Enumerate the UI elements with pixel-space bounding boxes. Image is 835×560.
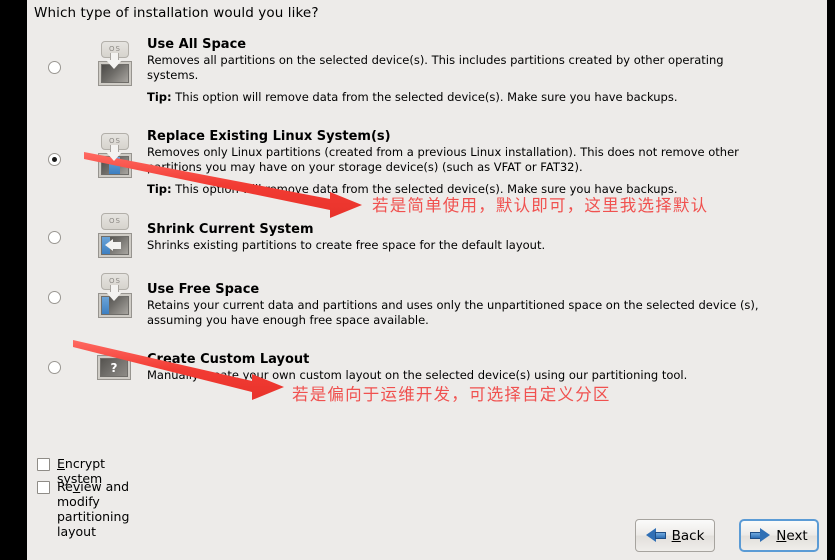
checkbox-label-review-modify-partitioning: Review and modify partitioning layout <box>57 479 129 539</box>
radio-use-all-space[interactable] <box>48 61 61 74</box>
option-use-free-space[interactable]: OS Use Free Space Retains your current d… <box>34 271 820 341</box>
option-description: Shrinks existing partitions to create fr… <box>147 238 546 252</box>
disk-install-icon: OS <box>97 41 133 87</box>
option-title: Use Free Space <box>147 282 260 297</box>
radio-replace-existing-linux[interactable] <box>48 153 61 166</box>
installation-type-dialog: Which type of installation would you lik… <box>27 0 827 560</box>
arrow-right-icon <box>750 528 771 543</box>
question-mark-glyph: ? <box>100 358 128 377</box>
screen: Which type of installation would you lik… <box>0 0 835 560</box>
next-button[interactable]: Next <box>739 519 819 552</box>
disk-replace-icon: OS <box>97 133 133 179</box>
option-title: Shrink Current System <box>147 222 314 237</box>
radio-use-free-space[interactable] <box>48 291 61 304</box>
option-title: Replace Existing Linux System(s) <box>147 129 391 144</box>
option-tip-label: Tip: <box>147 90 172 104</box>
disk-shrink-icon: OS <box>97 213 133 259</box>
option-title: Use All Space <box>147 37 247 52</box>
option-title: Create Custom Layout <box>147 352 310 367</box>
option-tip-text: This option will remove data from the se… <box>171 90 678 104</box>
arrow-left-icon <box>645 528 666 543</box>
back-button-label: Back <box>671 527 705 544</box>
checkbox-review-modify-partitioning[interactable] <box>37 481 50 494</box>
option-description: Removes only Linux partitions (created f… <box>147 145 739 174</box>
page-title: Which type of installation would you lik… <box>34 5 319 21</box>
label-pre: Re <box>57 479 73 494</box>
checkbox-encrypt-system[interactable] <box>37 458 50 471</box>
annotation-custom-partition: 若是偏向于运维开发，可选择自定义分区 <box>292 385 611 404</box>
radio-create-custom-layout[interactable] <box>48 361 61 374</box>
option-tip-label: Tip: <box>147 182 172 196</box>
option-description: Retains your current data and partitions… <box>147 298 759 327</box>
radio-shrink-current-system[interactable] <box>48 231 61 244</box>
os-chip-label: OS <box>101 213 129 230</box>
disk-freespace-icon: OS <box>97 273 133 319</box>
back-button[interactable]: Back <box>635 519 715 552</box>
option-description: Removes all partitions on the selected d… <box>147 53 724 82</box>
option-tip: Tip: This option will remove data from t… <box>147 90 678 104</box>
annotation-default-choice: 若是简单使用，默认即可，这里我选择默认 <box>372 196 709 215</box>
installation-options-list: OS Use All Space Removes all partitions … <box>34 26 820 424</box>
mnemonic-letter: E <box>57 456 65 471</box>
question-mark-icon: ? <box>97 355 131 380</box>
option-shrink-current-system[interactable]: OS Shrink Current System Shrinks existin… <box>34 211 820 271</box>
next-button-label: Next <box>776 527 808 544</box>
option-use-all-space[interactable]: OS Use All Space Removes all partitions … <box>34 26 820 114</box>
